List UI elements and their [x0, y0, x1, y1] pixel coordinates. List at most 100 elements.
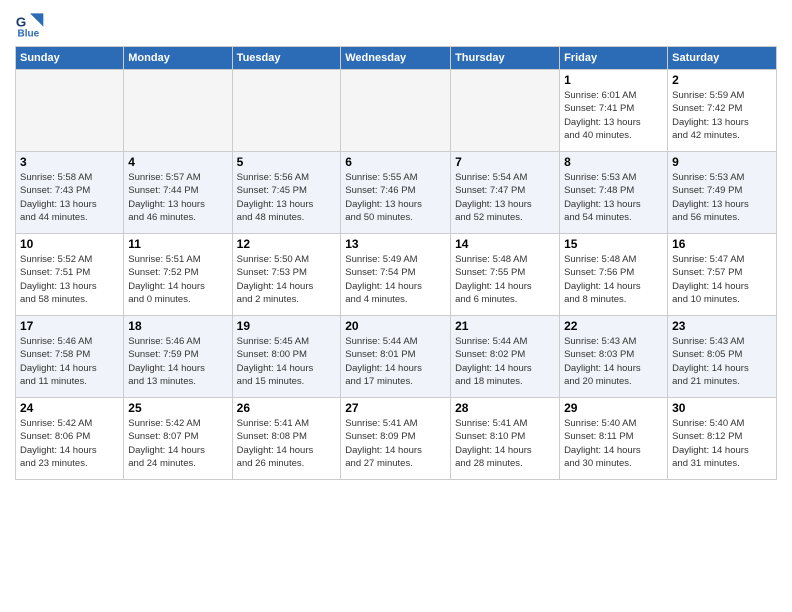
- day-detail: Sunrise: 5:41 AM Sunset: 8:08 PM Dayligh…: [237, 417, 337, 470]
- day-detail: Sunrise: 5:54 AM Sunset: 7:47 PM Dayligh…: [455, 171, 555, 224]
- calendar-cell: 29 Sunrise: 5:40 AM Sunset: 8:11 PM Dayli…: [560, 398, 668, 480]
- calendar-cell: 13 Sunrise: 5:49 AM Sunset: 7:54 PM Dayli…: [341, 234, 451, 316]
- day-number: 25: [128, 401, 227, 415]
- day-number: 14: [455, 237, 555, 251]
- weekday-header-friday: Friday: [560, 47, 668, 70]
- day-detail: Sunrise: 5:44 AM Sunset: 8:01 PM Dayligh…: [345, 335, 446, 388]
- day-detail: Sunrise: 5:48 AM Sunset: 7:55 PM Dayligh…: [455, 253, 555, 306]
- day-number: 7: [455, 155, 555, 169]
- calendar-cell: 2Sunrise: 5:59 AM Sunset: 7:42 PM Daylig…: [668, 70, 777, 152]
- day-number: 21: [455, 319, 555, 333]
- weekday-header-sunday: Sunday: [16, 47, 124, 70]
- day-detail: Sunrise: 5:59 AM Sunset: 7:42 PM Dayligh…: [672, 89, 772, 142]
- day-number: 8: [564, 155, 663, 169]
- day-detail: Sunrise: 5:46 AM Sunset: 7:58 PM Dayligh…: [20, 335, 119, 388]
- calendar-cell: 7 Sunrise: 5:54 AM Sunset: 7:47 PM Daylig…: [451, 152, 560, 234]
- day-detail: Sunrise: 5:40 AM Sunset: 8:11 PM Dayligh…: [564, 417, 663, 470]
- day-detail: Sunrise: 5:53 AM Sunset: 7:49 PM Dayligh…: [672, 171, 772, 224]
- day-number: 9: [672, 155, 772, 169]
- day-detail: Sunrise: 5:40 AM Sunset: 8:12 PM Dayligh…: [672, 417, 772, 470]
- day-number: 6: [345, 155, 446, 169]
- day-detail: Sunrise: 5:43 AM Sunset: 8:05 PM Dayligh…: [672, 335, 772, 388]
- day-number: 1: [564, 73, 663, 87]
- weekday-header-saturday: Saturday: [668, 47, 777, 70]
- day-number: 23: [672, 319, 772, 333]
- page-header: G Blue: [15, 10, 777, 40]
- calendar-cell: 6 Sunrise: 5:55 AM Sunset: 7:46 PM Daylig…: [341, 152, 451, 234]
- logo-icon: G Blue: [15, 10, 45, 40]
- calendar-cell: 12Sunrise: 5:50 AM Sunset: 7:53 PM Dayli…: [232, 234, 341, 316]
- day-detail: Sunrise: 5:41 AM Sunset: 8:09 PM Dayligh…: [345, 417, 446, 470]
- day-number: 4: [128, 155, 227, 169]
- calendar-cell: 10 Sunrise: 5:52 AM Sunset: 7:51 PM Dayli…: [16, 234, 124, 316]
- logo: G Blue: [15, 10, 47, 40]
- weekday-header-wednesday: Wednesday: [341, 47, 451, 70]
- calendar-cell: 8 Sunrise: 5:53 AM Sunset: 7:48 PM Daylig…: [560, 152, 668, 234]
- day-detail: Sunrise: 5:48 AM Sunset: 7:56 PM Dayligh…: [564, 253, 663, 306]
- calendar-cell: [124, 70, 232, 152]
- calendar-cell: 5Sunrise: 5:56 AM Sunset: 7:45 PM Daylig…: [232, 152, 341, 234]
- day-number: 13: [345, 237, 446, 251]
- weekday-header-thursday: Thursday: [451, 47, 560, 70]
- day-detail: Sunrise: 5:44 AM Sunset: 8:02 PM Dayligh…: [455, 335, 555, 388]
- day-number: 29: [564, 401, 663, 415]
- day-number: 20: [345, 319, 446, 333]
- calendar-cell: 18 Sunrise: 5:46 AM Sunset: 7:59 PM Dayli…: [124, 316, 232, 398]
- calendar-cell: 17 Sunrise: 5:46 AM Sunset: 7:58 PM Dayli…: [16, 316, 124, 398]
- day-number: 15: [564, 237, 663, 251]
- calendar-cell: [451, 70, 560, 152]
- day-detail: Sunrise: 5:43 AM Sunset: 8:03 PM Dayligh…: [564, 335, 663, 388]
- calendar-cell: 23 Sunrise: 5:43 AM Sunset: 8:05 PM Dayli…: [668, 316, 777, 398]
- calendar-cell: 21 Sunrise: 5:44 AM Sunset: 8:02 PM Dayli…: [451, 316, 560, 398]
- day-detail: Sunrise: 5:50 AM Sunset: 7:53 PM Dayligh…: [237, 253, 337, 306]
- day-number: 11: [128, 237, 227, 251]
- calendar-week-3: 10 Sunrise: 5:52 AM Sunset: 7:51 PM Dayli…: [16, 234, 777, 316]
- day-number: 16: [672, 237, 772, 251]
- day-detail: Sunrise: 5:51 AM Sunset: 7:52 PM Dayligh…: [128, 253, 227, 306]
- calendar-cell: 11 Sunrise: 5:51 AM Sunset: 7:52 PM Dayli…: [124, 234, 232, 316]
- calendar-week-2: 3 Sunrise: 5:58 AM Sunset: 7:43 PM Daylig…: [16, 152, 777, 234]
- day-detail: Sunrise: 5:58 AM Sunset: 7:43 PM Dayligh…: [20, 171, 119, 224]
- day-detail: Sunrise: 5:55 AM Sunset: 7:46 PM Dayligh…: [345, 171, 446, 224]
- day-detail: Sunrise: 5:47 AM Sunset: 7:57 PM Dayligh…: [672, 253, 772, 306]
- day-detail: Sunrise: 6:01 AM Sunset: 7:41 PM Dayligh…: [564, 89, 663, 142]
- day-number: 17: [20, 319, 119, 333]
- day-detail: Sunrise: 5:56 AM Sunset: 7:45 PM Dayligh…: [237, 171, 337, 224]
- calendar-cell: 30 Sunrise: 5:40 AM Sunset: 8:12 PM Dayli…: [668, 398, 777, 480]
- weekday-header-tuesday: Tuesday: [232, 47, 341, 70]
- calendar-cell: 26Sunrise: 5:41 AM Sunset: 8:08 PM Dayli…: [232, 398, 341, 480]
- svg-text:G: G: [16, 15, 26, 30]
- day-number: 28: [455, 401, 555, 415]
- day-number: 10: [20, 237, 119, 251]
- calendar-cell: 9 Sunrise: 5:53 AM Sunset: 7:49 PM Daylig…: [668, 152, 777, 234]
- calendar-table: SundayMondayTuesdayWednesdayThursdayFrid…: [15, 46, 777, 480]
- calendar-cell: 1 Sunrise: 6:01 AM Sunset: 7:41 PM Daylig…: [560, 70, 668, 152]
- calendar-cell: 4Sunrise: 5:57 AM Sunset: 7:44 PM Daylig…: [124, 152, 232, 234]
- day-number: 30: [672, 401, 772, 415]
- day-number: 22: [564, 319, 663, 333]
- calendar-cell: 27 Sunrise: 5:41 AM Sunset: 8:09 PM Dayli…: [341, 398, 451, 480]
- day-number: 18: [128, 319, 227, 333]
- calendar-week-5: 24 Sunrise: 5:42 AM Sunset: 8:06 PM Dayli…: [16, 398, 777, 480]
- calendar-cell: [232, 70, 341, 152]
- calendar-week-4: 17 Sunrise: 5:46 AM Sunset: 7:58 PM Dayli…: [16, 316, 777, 398]
- calendar-cell: 14 Sunrise: 5:48 AM Sunset: 7:55 PM Dayli…: [451, 234, 560, 316]
- calendar-cell: 22 Sunrise: 5:43 AM Sunset: 8:03 PM Dayli…: [560, 316, 668, 398]
- day-detail: Sunrise: 5:45 AM Sunset: 8:00 PM Dayligh…: [237, 335, 337, 388]
- calendar-cell: 3 Sunrise: 5:58 AM Sunset: 7:43 PM Daylig…: [16, 152, 124, 234]
- day-detail: Sunrise: 5:52 AM Sunset: 7:51 PM Dayligh…: [20, 253, 119, 306]
- day-detail: Sunrise: 5:42 AM Sunset: 8:06 PM Dayligh…: [20, 417, 119, 470]
- svg-text:Blue: Blue: [18, 29, 40, 40]
- day-detail: Sunrise: 5:53 AM Sunset: 7:48 PM Dayligh…: [564, 171, 663, 224]
- weekday-header-monday: Monday: [124, 47, 232, 70]
- day-detail: Sunrise: 5:41 AM Sunset: 8:10 PM Dayligh…: [455, 417, 555, 470]
- calendar-cell: 20 Sunrise: 5:44 AM Sunset: 8:01 PM Dayli…: [341, 316, 451, 398]
- day-number: 19: [237, 319, 337, 333]
- day-number: 24: [20, 401, 119, 415]
- day-detail: Sunrise: 5:46 AM Sunset: 7:59 PM Dayligh…: [128, 335, 227, 388]
- calendar-cell: 28 Sunrise: 5:41 AM Sunset: 8:10 PM Dayli…: [451, 398, 560, 480]
- day-detail: Sunrise: 5:49 AM Sunset: 7:54 PM Dayligh…: [345, 253, 446, 306]
- day-number: 3: [20, 155, 119, 169]
- day-number: 27: [345, 401, 446, 415]
- calendar-cell: [16, 70, 124, 152]
